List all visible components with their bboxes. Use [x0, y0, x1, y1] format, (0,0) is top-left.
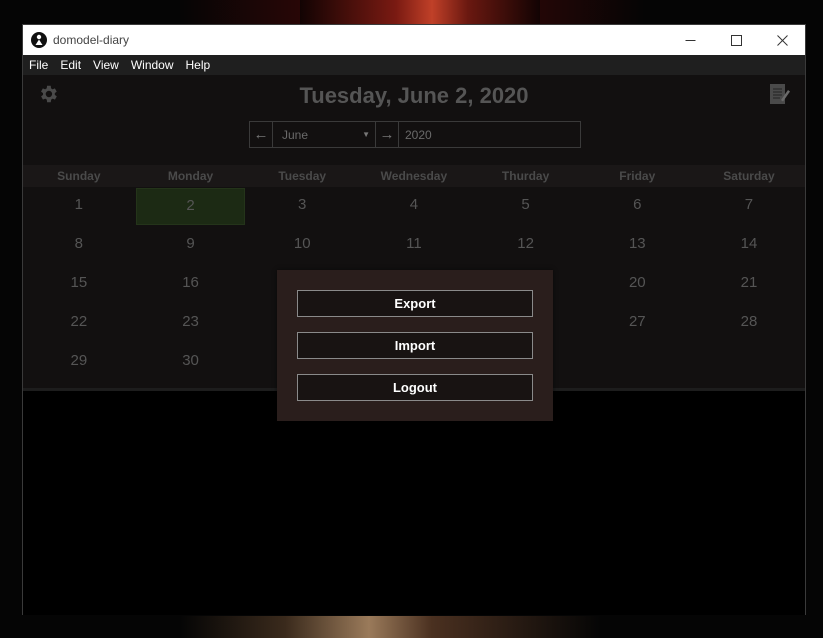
year-input[interactable]: 2020	[399, 121, 581, 148]
calendar-day[interactable]: 21	[693, 265, 805, 304]
notepad-icon[interactable]	[767, 82, 791, 106]
app-window: domodel-diary File Edit View Window Help…	[22, 24, 806, 615]
minimize-icon	[685, 39, 695, 41]
weekday-header: Saturday	[723, 169, 775, 183]
calendar-day[interactable]: 16	[135, 265, 247, 304]
calendar-day[interactable]: 23	[135, 304, 247, 343]
import-button[interactable]: Import	[297, 332, 533, 359]
weekday-header: Monday	[167, 169, 214, 183]
weekday-header: Friday	[619, 169, 656, 183]
menu-help[interactable]: Help	[180, 58, 217, 72]
calendar-day[interactable]: 3	[246, 187, 358, 226]
calendar-week-row: 1 2 3 4 5 6 7	[23, 187, 805, 226]
calendar-day[interactable]: 10	[246, 226, 358, 265]
calendar-day[interactable]: 15	[23, 265, 135, 304]
calendar-week-row: 8 9 10 11 12 13 14	[23, 226, 805, 265]
date-navigation: ← June ▼ → 2020	[249, 121, 581, 148]
calendar-day[interactable]: 6	[581, 187, 693, 226]
close-button[interactable]	[759, 25, 805, 55]
export-button[interactable]: Export	[297, 290, 533, 317]
next-month-button[interactable]: →	[375, 121, 399, 148]
weekday-header-row: Sunday Monday Tuesday Wednesday Thurday …	[23, 165, 805, 187]
chevron-down-icon: ▼	[362, 130, 370, 139]
maximize-icon	[730, 34, 742, 46]
month-select[interactable]: June ▼	[273, 121, 375, 148]
weekday-header: Tuesday	[278, 169, 327, 183]
close-icon	[776, 34, 788, 46]
menu-file[interactable]: File	[23, 58, 54, 72]
calendar-day[interactable]: 1	[23, 187, 135, 226]
calendar-day[interactable]: 14	[693, 226, 805, 265]
calendar-day[interactable]: 5	[470, 187, 582, 226]
wallpaper-bottom	[180, 616, 600, 638]
month-select-value: June	[282, 127, 309, 142]
previous-month-button[interactable]: ←	[249, 121, 273, 148]
calendar-day[interactable]: 7	[693, 187, 805, 226]
calendar-day[interactable]: 12	[470, 226, 582, 265]
app-content: Tuesday, June 2, 2020 ← June ▼ → 2020 Su…	[23, 75, 805, 615]
weekday-header: Sunday	[57, 169, 101, 183]
menu-edit[interactable]: Edit	[54, 58, 87, 72]
wallpaper-top	[300, 0, 540, 24]
weekday-header: Wednesday	[380, 169, 448, 183]
calendar-day[interactable]: 4	[358, 187, 470, 226]
weekday-header: Thurday	[501, 169, 550, 183]
settings-menu-popup: Export Import Logout	[277, 270, 553, 421]
calendar-day[interactable]: 9	[135, 226, 247, 265]
logout-button[interactable]: Logout	[297, 374, 533, 401]
calendar-day[interactable]: 27	[581, 304, 693, 343]
page-title: Tuesday, June 2, 2020	[299, 83, 529, 108]
calendar-day[interactable]: 11	[358, 226, 470, 265]
title-bar[interactable]: domodel-diary	[23, 25, 805, 55]
calendar-day[interactable]: 13	[581, 226, 693, 265]
menu-bar: File Edit View Window Help	[23, 55, 805, 75]
window-controls	[667, 25, 805, 55]
calendar-day	[693, 343, 805, 382]
calendar-day[interactable]: 28	[693, 304, 805, 343]
calendar-day[interactable]: 20	[581, 265, 693, 304]
calendar-day[interactable]: 22	[23, 304, 135, 343]
app-logo-icon	[31, 32, 47, 48]
maximize-button[interactable]	[713, 25, 759, 55]
calendar-day-selected[interactable]: 2	[135, 188, 246, 225]
calendar-day	[581, 343, 693, 382]
calendar-day[interactable]: 30	[135, 343, 247, 382]
menu-view[interactable]: View	[87, 58, 125, 72]
minimize-button[interactable]	[667, 25, 713, 55]
calendar-day[interactable]: 8	[23, 226, 135, 265]
calendar-day[interactable]: 29	[23, 343, 135, 382]
window-title: domodel-diary	[53, 33, 130, 47]
menu-window[interactable]: Window	[125, 58, 180, 72]
